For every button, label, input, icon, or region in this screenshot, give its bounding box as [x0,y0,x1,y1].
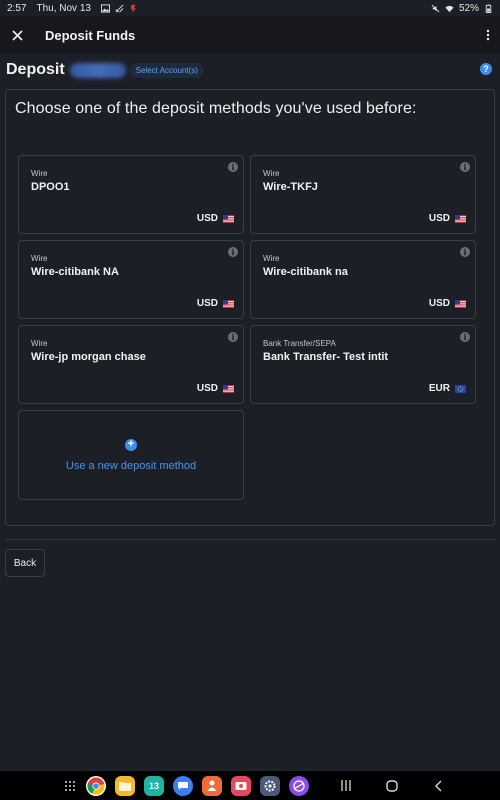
select-account-button[interactable]: Select Account(s) [129,62,204,78]
home-button[interactable] [385,779,399,793]
recents-icon [341,780,351,791]
app-header: Deposit Funds [0,16,500,54]
us-flag-icon [455,214,466,223]
divider [5,539,495,540]
status-bar: 2:57 Thu, Nov 13 52% [0,0,500,16]
battery-percent: 52% [458,2,479,14]
close-button[interactable] [0,16,34,54]
status-time: 2:57 [7,2,27,14]
signal-off-icon [115,4,124,12]
back-chevron-icon [435,780,442,791]
plus-icon: + [125,438,137,451]
deposit-method-card[interactable]: Wire Wire-citibank NA i USD [18,240,244,319]
home-icon [386,779,398,792]
app-drawer-icon[interactable] [63,779,77,793]
panel-heading: Choose one of the deposit methods you've… [15,100,417,117]
method-currency: USD [429,298,466,309]
battery-icon [485,3,492,13]
us-flag-icon [223,214,234,223]
more-options-button[interactable] [476,16,500,54]
method-name: DPOO1 [31,181,70,193]
currency-code: USD [428,298,450,309]
deposit-label: Deposit [6,61,65,78]
method-type: Wire [263,169,280,178]
method-type: Wire [31,254,48,263]
back-button[interactable]: Back [5,549,45,577]
method-name: Wire-citibank NA [31,266,119,278]
method-type: Wire [31,339,48,348]
screen-recorder-icon[interactable] [231,775,251,796]
calendar-icon[interactable]: 13 [144,775,164,796]
deposit-method-card[interactable]: Bank Transfer/SEPA Bank Transfer- Test i… [250,325,476,404]
android-nav-bar: 13 [0,771,500,800]
currency-code: EUR [428,383,450,394]
method-currency: EUR [429,383,466,394]
settings-icon[interactable] [260,775,280,796]
currency-code: USD [428,213,450,224]
method-name: Wire-TKFJ [263,181,318,193]
account-number-redacted [69,62,126,78]
gallery-icon [100,3,110,13]
info-icon[interactable]: i [460,247,470,257]
method-currency: USD [197,298,234,309]
method-currency: USD [197,213,234,224]
files-icon[interactable] [115,775,135,796]
method-type: Wire [31,169,48,178]
deposit-account-row: Deposit Select Account(s) ? [0,58,500,82]
eu-flag-icon [455,384,466,393]
info-icon[interactable]: i [228,162,238,172]
help-icon[interactable]: ? [480,63,492,75]
info-icon[interactable]: i [460,332,470,342]
mute-icon [431,4,440,12]
app-dock: 13 [63,775,309,796]
recents-button[interactable] [339,779,353,793]
currency-code: USD [196,213,218,224]
new-deposit-method-label: Use a new deposit method [65,459,197,472]
status-date: Thu, Nov 13 [36,2,91,14]
deposit-methods-panel: Choose one of the deposit methods you've… [5,89,495,526]
messages-icon[interactable] [173,775,193,796]
page-title: Deposit Funds [45,27,136,43]
info-icon[interactable]: i [228,247,238,257]
app-notification-icon [130,4,137,13]
back-nav-button[interactable] [431,779,445,793]
kebab-menu-icon [486,29,490,41]
info-icon[interactable]: i [460,162,470,172]
contacts-icon[interactable] [202,775,222,796]
us-flag-icon [223,299,234,308]
method-name: Bank Transfer- Test intit [263,351,389,363]
info-icon[interactable]: i [228,332,238,342]
currency-code: USD [196,298,218,309]
close-icon [11,29,23,41]
currency-code: USD [196,383,218,394]
browser-icon[interactable] [289,775,309,796]
method-currency: USD [197,383,234,394]
deposit-method-card[interactable]: Wire Wire-TKFJ i USD [250,155,476,234]
deposit-method-card[interactable]: Wire Wire-citibank na i USD [250,240,476,319]
us-flag-icon [223,384,234,393]
us-flag-icon [455,299,466,308]
method-type: Wire [263,254,280,263]
method-name: Wire-citibank na [263,266,348,278]
method-currency: USD [429,213,466,224]
method-type: Bank Transfer/SEPA [263,339,336,348]
deposit-method-card[interactable]: Wire DPOO1 i USD [18,155,244,234]
method-name: Wire-jp morgan chase [31,351,146,363]
new-deposit-method-button[interactable]: + Use a new deposit method [18,410,244,500]
wifi-icon [445,5,454,12]
chrome-icon[interactable] [86,775,106,796]
deposit-method-card[interactable]: Wire Wire-jp morgan chase i USD [18,325,244,404]
